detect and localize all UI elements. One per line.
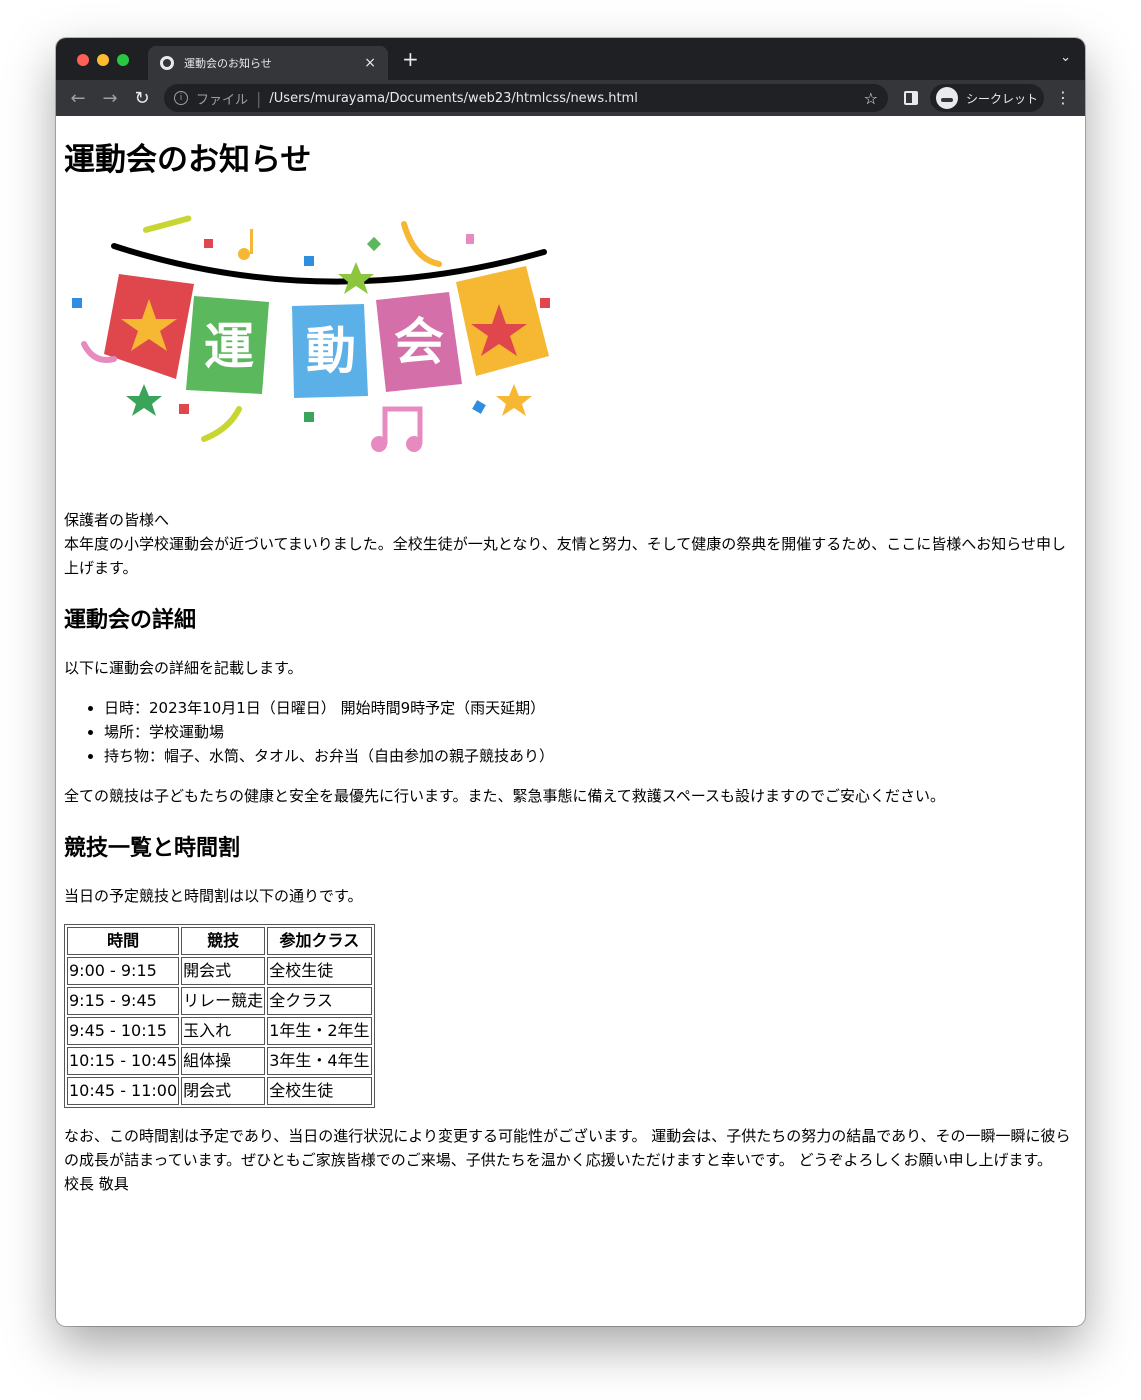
table-header-row: 時間 競技 参加クラス [67,927,372,955]
table-row: 9:00 - 9:15 開会式 全校生徒 [67,957,372,985]
tab-bar: 運動会のお知らせ × + ⌄ [56,38,1085,80]
page-content: 運動会のお知らせ 運 動 会 保護者の皆様へ 本年度の小学校運動会が近づいてまい… [56,140,1085,1196]
zoom-window-button[interactable] [117,54,129,66]
browser-window: 運動会のお知らせ × + ⌄ ← → ↻ i ファイル | /Users/mur… [56,38,1085,1326]
new-tab-button[interactable]: + [402,49,419,69]
list-item: 持ち物：帽子、水筒、タオル、お弁当（自由参加の親子競技あり） [104,744,1077,768]
back-arrow-icon[interactable]: ← [62,88,94,109]
reload-icon[interactable]: ↻ [126,88,158,109]
safety-note: 全ての競技は子どもたちの健康と安全を最優先に行います。また、緊急事態に備えて救護… [64,787,945,805]
details-heading: 運動会の詳細 [64,608,197,633]
table-cell: 10:45 - 11:00 [67,1077,180,1105]
chevron-down-icon[interactable]: ⌄ [1060,50,1071,65]
table-cell: 全校生徒 [267,957,372,985]
table-cell: 玉入れ [181,1017,266,1045]
address-bar[interactable]: i ファイル | /Users/murayama/Documents/web23… [164,84,888,112]
list-item: 日時：2023年10月1日（日曜日） 開始時間9時予定（雨天延期） [104,696,1077,720]
table-cell: 1年生・2年生 [267,1017,372,1045]
column-header: 時間 [67,927,180,955]
url-text[interactable]: /Users/murayama/Documents/web23/htmlcss/… [269,91,863,106]
incognito-icon [936,87,958,109]
banner-char-1: 運 [204,318,254,376]
schedule-heading: 競技一覧と時間割 [64,836,241,861]
details-lead: 以下に運動会の詳細を記載します。 [64,659,303,677]
close-window-button[interactable] [77,54,89,66]
forward-arrow-icon[interactable]: → [94,88,126,109]
bookmark-star-icon[interactable]: ☆ [864,89,878,108]
table-cell: 閉会式 [181,1077,266,1105]
banner-char-3: 会 [394,313,444,371]
profile-label: シークレット [966,91,1039,106]
list-item: 場所：学校運動場 [104,720,1077,744]
sports-day-banner-image: 運 動 会 [72,215,550,452]
active-tab[interactable]: 運動会のお知らせ × [148,46,388,80]
table-cell: 全クラス [267,987,372,1015]
column-header: 競技 [181,927,266,955]
table-row: 9:15 - 9:45 リレー競走 全クラス [67,987,372,1015]
greeting: 保護者の皆様へ [64,511,170,529]
column-header: 参加クラス [267,927,372,955]
tab-title: 運動会のお知らせ [184,57,272,70]
banner-char-2: 動 [306,322,356,380]
table-cell: リレー競走 [181,987,266,1015]
divider: | [256,88,262,108]
details-list: 日時：2023年10月1日（日曜日） 開始時間9時予定（雨天延期） 場所：学校運… [64,696,1077,768]
schedule-lead: 当日の予定競技と時間割は以下の通りです。 [64,887,363,905]
table-cell: 9:00 - 9:15 [67,957,180,985]
side-panel-icon[interactable] [904,91,918,105]
intro-paragraph: 本年度の小学校運動会が近づいてまいりました。全校生徒が一丸となり、友情と努力、そ… [64,535,1067,577]
table-cell: 9:15 - 9:45 [67,987,180,1015]
table-cell: 10:15 - 10:45 [67,1047,180,1075]
tab-close-icon[interactable]: × [364,55,376,71]
page-title: 運動会のお知らせ [64,142,312,178]
window-controls [77,54,129,66]
schedule-table: 時間 競技 参加クラス 9:00 - 9:15 開会式 全校生徒 9:15 - … [64,924,375,1108]
table-cell: 組体操 [181,1047,266,1075]
more-menu-icon[interactable]: ⋮ [1055,88,1071,107]
closing-paragraph: なお、この時間割は予定であり、当日の進行状況により変更する可能性がございます。 … [64,1127,1071,1169]
table-cell: 全校生徒 [267,1077,372,1105]
toolbar: ← → ↻ i ファイル | /Users/murayama/Documents… [56,80,1085,116]
incognito-profile-button[interactable]: シークレット [930,84,1044,112]
signature: 校長 敬具 [64,1175,129,1193]
table-row: 9:45 - 10:15 玉入れ 1年生・2年生 [67,1017,372,1045]
scheme-label: ファイル [196,92,249,108]
table-cell: 3年生・4年生 [267,1047,372,1075]
globe-icon [160,56,174,70]
minimize-window-button[interactable] [97,54,109,66]
table-cell: 開会式 [181,957,266,985]
table-cell: 9:45 - 10:15 [67,1017,180,1045]
info-icon[interactable]: i [174,91,188,105]
table-row: 10:15 - 10:45 組体操 3年生・4年生 [67,1047,372,1075]
table-row: 10:45 - 11:00 閉会式 全校生徒 [67,1077,372,1105]
